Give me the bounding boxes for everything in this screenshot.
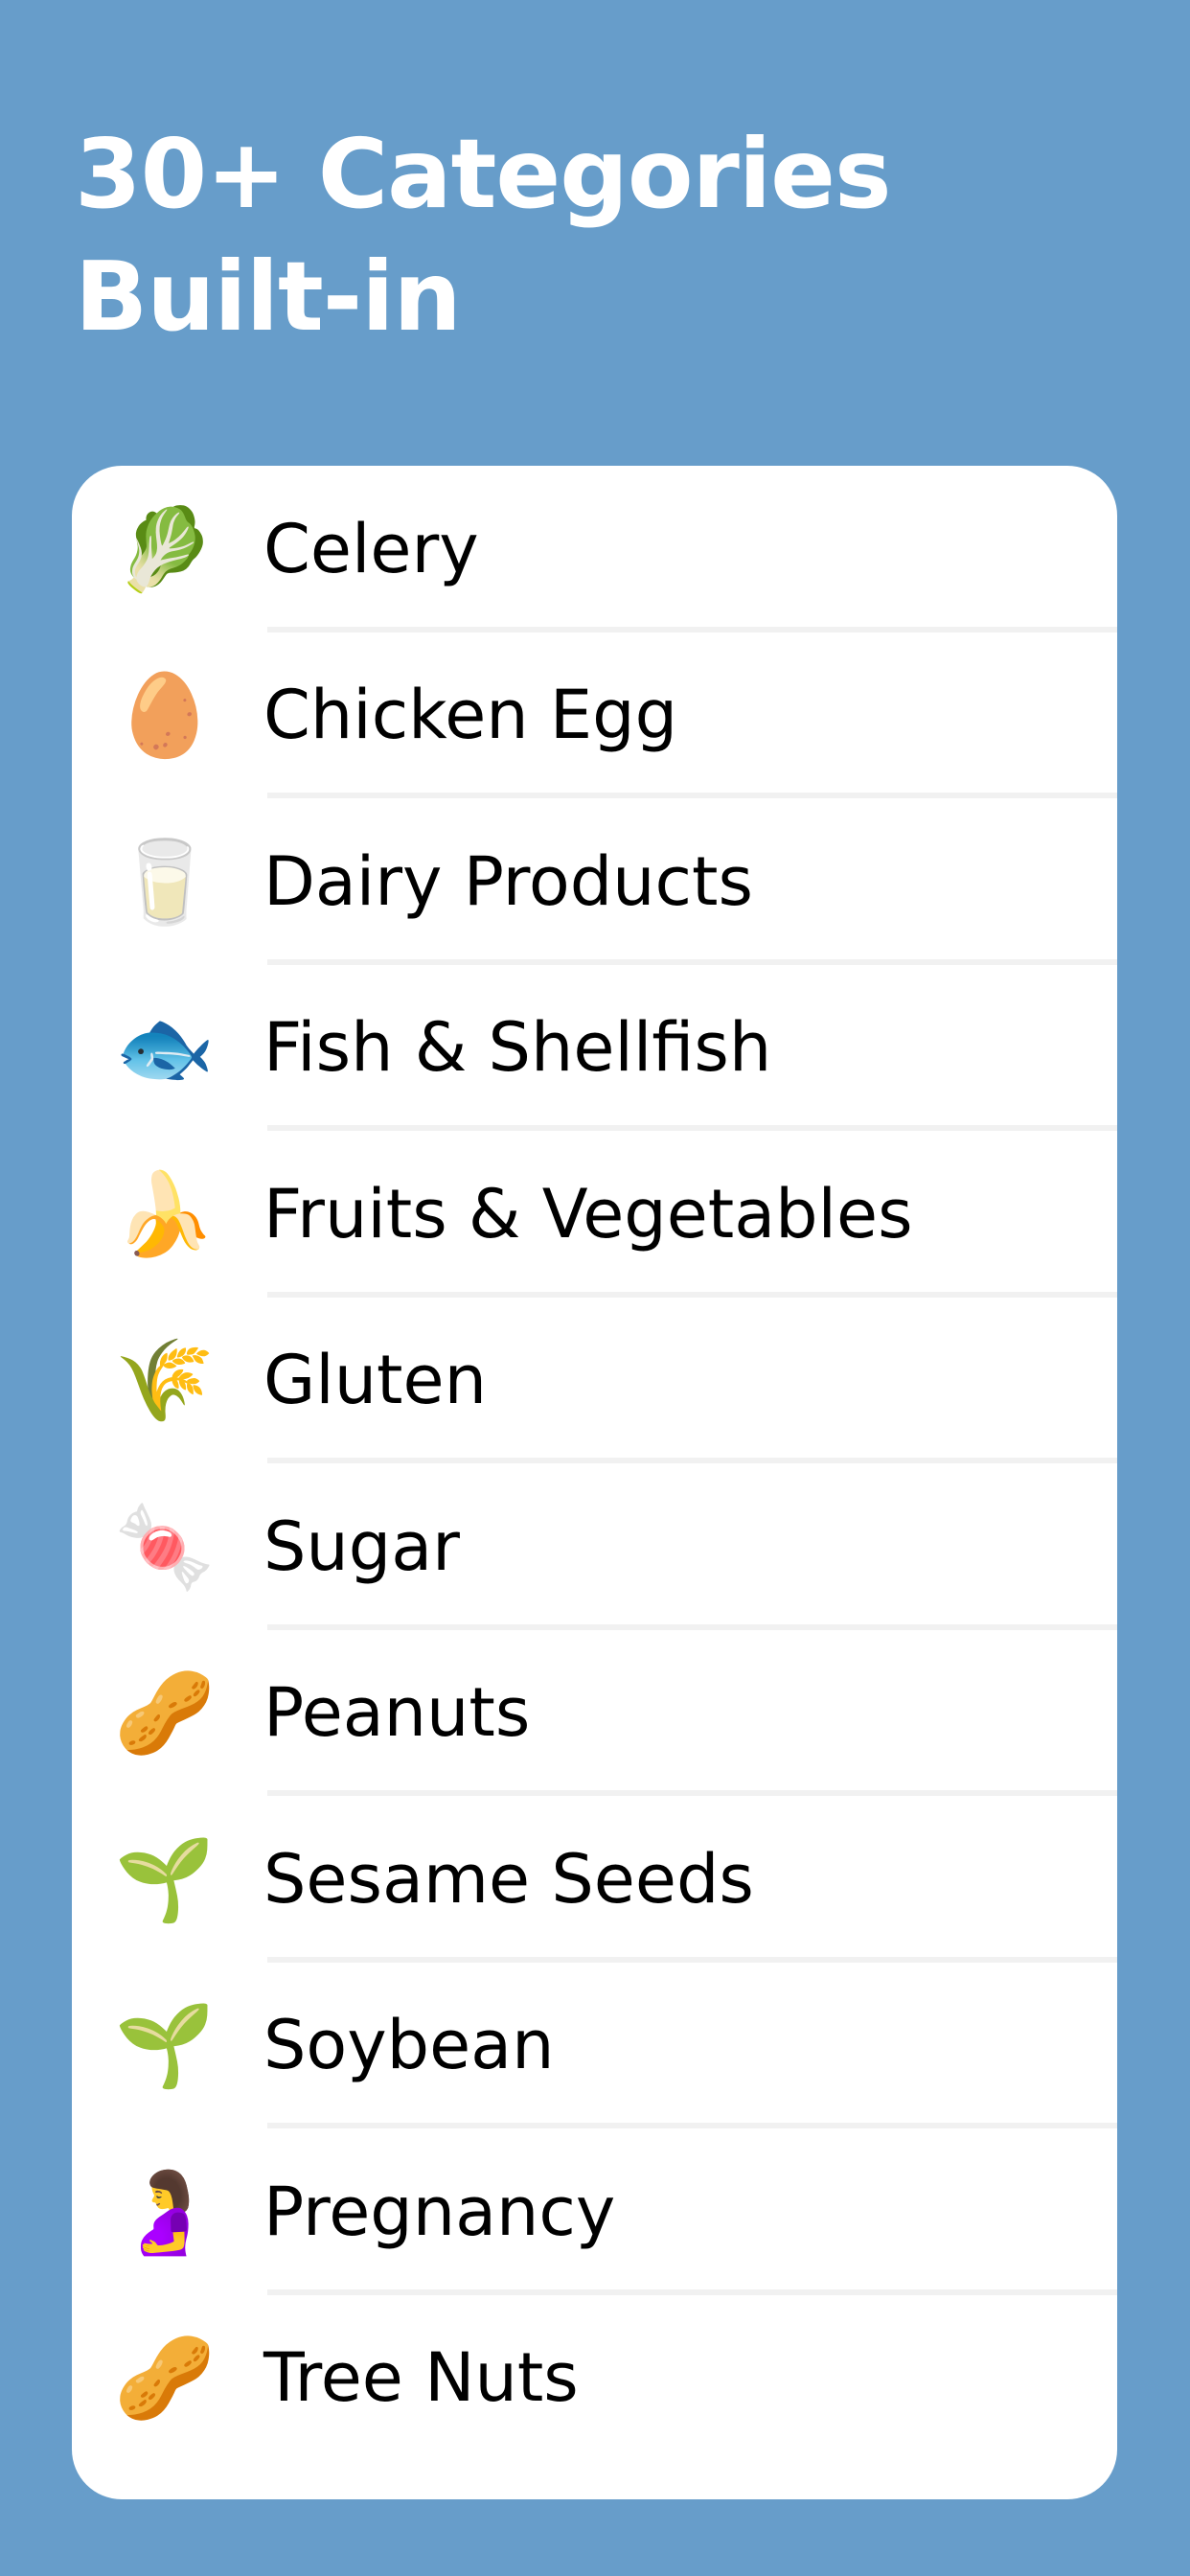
pregnant-woman-icon: 🤰 xyxy=(114,2166,216,2257)
list-item-fruits-vegetables[interactable]: 🍌 Fruits & Vegetables xyxy=(72,1131,1117,1298)
list-item-soybean[interactable]: 🌱 Soybean xyxy=(72,1963,1117,2128)
list-item-fish-shellfish[interactable]: 🐟 Fish & Shellfish xyxy=(72,965,1117,1131)
candy-icon: 🍬 xyxy=(114,1501,216,1592)
leafy-green-icon: 🥬 xyxy=(114,503,216,594)
sheaf-of-rice-icon: 🌾 xyxy=(114,1335,216,1426)
egg-icon: 🥚 xyxy=(114,670,216,761)
fish-icon: 🐟 xyxy=(114,1002,216,1093)
peanuts-icon: 🥜 xyxy=(114,2333,216,2424)
list-item-label: Dairy Products xyxy=(263,841,753,921)
list-item-sugar[interactable]: 🍬 Sugar xyxy=(72,1463,1117,1630)
list-item-label: Fruits & Vegetables xyxy=(263,1174,913,1254)
list-item-peanuts[interactable]: 🥜 Peanuts xyxy=(72,1630,1117,1796)
peanuts-icon: 🥜 xyxy=(114,1668,216,1759)
list-item-label: Soybean xyxy=(263,2006,555,2085)
list-item-pregnancy[interactable]: 🤰 Pregnancy xyxy=(72,2128,1117,2295)
list-item-label: Tree Nuts xyxy=(263,2338,579,2418)
list-item-label: Pregnancy xyxy=(263,2172,616,2251)
page-title: 30+ Categories Built-in xyxy=(75,113,891,358)
list-item-tree-nuts[interactable]: 🥜 Tree Nuts xyxy=(72,2295,1117,2462)
list-item-gluten[interactable]: 🌾 Gluten xyxy=(72,1298,1117,1463)
list-item-label: Fish & Shellfish xyxy=(263,1008,772,1088)
list-item-chicken-egg[interactable]: 🥚 Chicken Egg xyxy=(72,632,1117,798)
title-line-1: 30+ Categories xyxy=(75,118,891,230)
category-list-card: 🥬 Celery 🥚 Chicken Egg 🥛 Dairy Products … xyxy=(72,466,1117,2499)
list-item-label: Sesame Seeds xyxy=(263,1839,754,1919)
list-item-sesame-seeds[interactable]: 🌱 Sesame Seeds xyxy=(72,1796,1117,1963)
list-item-dairy-products[interactable]: 🥛 Dairy Products xyxy=(72,798,1117,965)
seedling-icon: 🌱 xyxy=(114,1833,216,1924)
seedling-icon: 🌱 xyxy=(114,2000,216,2091)
glass-of-milk-icon: 🥛 xyxy=(114,836,216,927)
list-item-label: Celery xyxy=(263,509,479,588)
list-item-label: Gluten xyxy=(263,1341,487,1420)
list-item-label: Sugar xyxy=(263,1506,460,1586)
list-item-celery[interactable]: 🥬 Celery xyxy=(72,466,1117,632)
title-line-2: Built-in xyxy=(75,241,462,353)
banana-icon: 🍌 xyxy=(114,1168,216,1259)
list-item-label: Peanuts xyxy=(263,1673,531,1753)
list-item-label: Chicken Egg xyxy=(263,676,677,755)
